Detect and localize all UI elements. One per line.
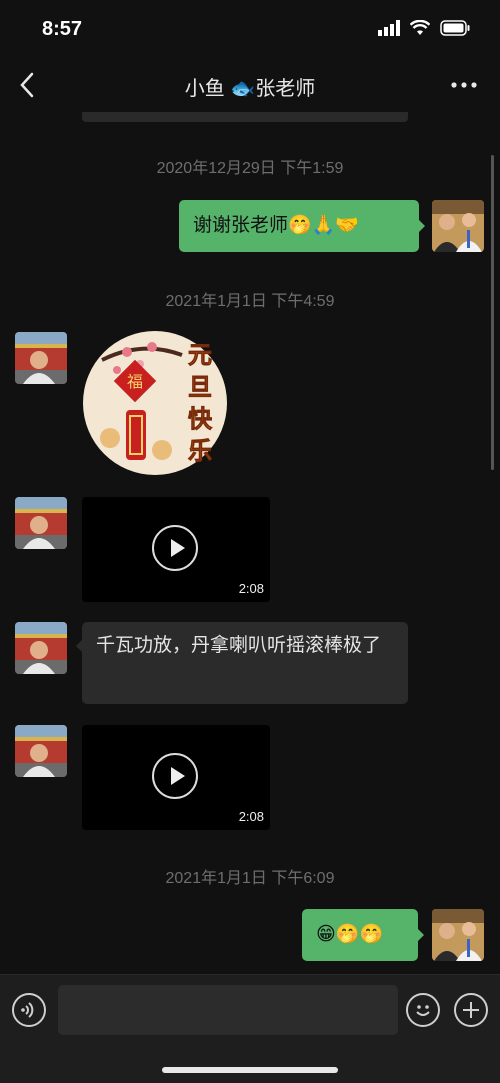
svg-text:旦: 旦 bbox=[188, 373, 212, 401]
plus-icon[interactable] bbox=[454, 993, 488, 1027]
svg-text:乐: 乐 bbox=[188, 437, 212, 465]
outgoing-message[interactable]: 谢谢张老师🤭🙏🤝 bbox=[179, 200, 425, 252]
play-icon[interactable] bbox=[152, 753, 198, 799]
status-time: 8:57 bbox=[42, 18, 83, 40]
timestamp: 2020年12月29日 下午1:59 bbox=[156, 160, 344, 177]
voice-icon[interactable] bbox=[12, 993, 46, 1027]
sticker-fu-text: 福 bbox=[127, 372, 143, 391]
chat-title: 小鱼 🐟张老师 bbox=[184, 78, 316, 100]
wifi-icon bbox=[410, 20, 430, 35]
video-duration: 2:08 bbox=[238, 809, 264, 824]
timestamp: 2021年1月1日 下午6:09 bbox=[165, 870, 335, 887]
status-icons bbox=[378, 20, 470, 36]
battery-icon bbox=[440, 20, 470, 36]
avatar-contact[interactable] bbox=[15, 332, 67, 384]
chat-header: 小鱼 🐟张老师 bbox=[0, 60, 500, 112]
svg-text:快: 快 bbox=[188, 405, 213, 433]
video-message[interactable]: 2:08 bbox=[82, 725, 270, 830]
video-duration: 2:08 bbox=[238, 581, 264, 596]
new-year-sticker[interactable]: 福 元 旦 快 乐 bbox=[82, 330, 228, 476]
timestamp: 2021年1月1日 下午4:59 bbox=[165, 293, 335, 310]
status-bar: 8:57 bbox=[0, 0, 500, 60]
emoji-icon[interactable] bbox=[406, 993, 440, 1027]
avatar-contact[interactable] bbox=[15, 622, 67, 674]
video-message[interactable]: 2:08 bbox=[82, 497, 270, 602]
incoming-message[interactable]: 千瓦功放，丹拿喇叭听摇滚棒极了 bbox=[76, 622, 408, 704]
play-icon[interactable] bbox=[152, 525, 198, 571]
message-list[interactable]: 2020年12月29日 下午1:59 谢谢张老师🤭🙏🤝 2021年1月1日 下午… bbox=[0, 112, 500, 974]
svg-text:元: 元 bbox=[188, 341, 212, 369]
avatar-contact[interactable] bbox=[15, 725, 67, 777]
more-dots-icon[interactable] bbox=[450, 72, 478, 98]
input-bar bbox=[0, 974, 500, 1083]
signal-icon bbox=[378, 20, 400, 36]
outgoing-message[interactable]: 😁🤭🤭 bbox=[302, 909, 424, 961]
previous-message-bubble[interactable] bbox=[82, 112, 408, 122]
avatar-self[interactable] bbox=[432, 200, 484, 252]
avatar-contact[interactable] bbox=[15, 497, 67, 549]
home-indicator bbox=[162, 1067, 338, 1073]
scrollbar[interactable] bbox=[491, 155, 494, 470]
message-input[interactable] bbox=[58, 985, 398, 1035]
avatar-self[interactable] bbox=[432, 909, 484, 961]
